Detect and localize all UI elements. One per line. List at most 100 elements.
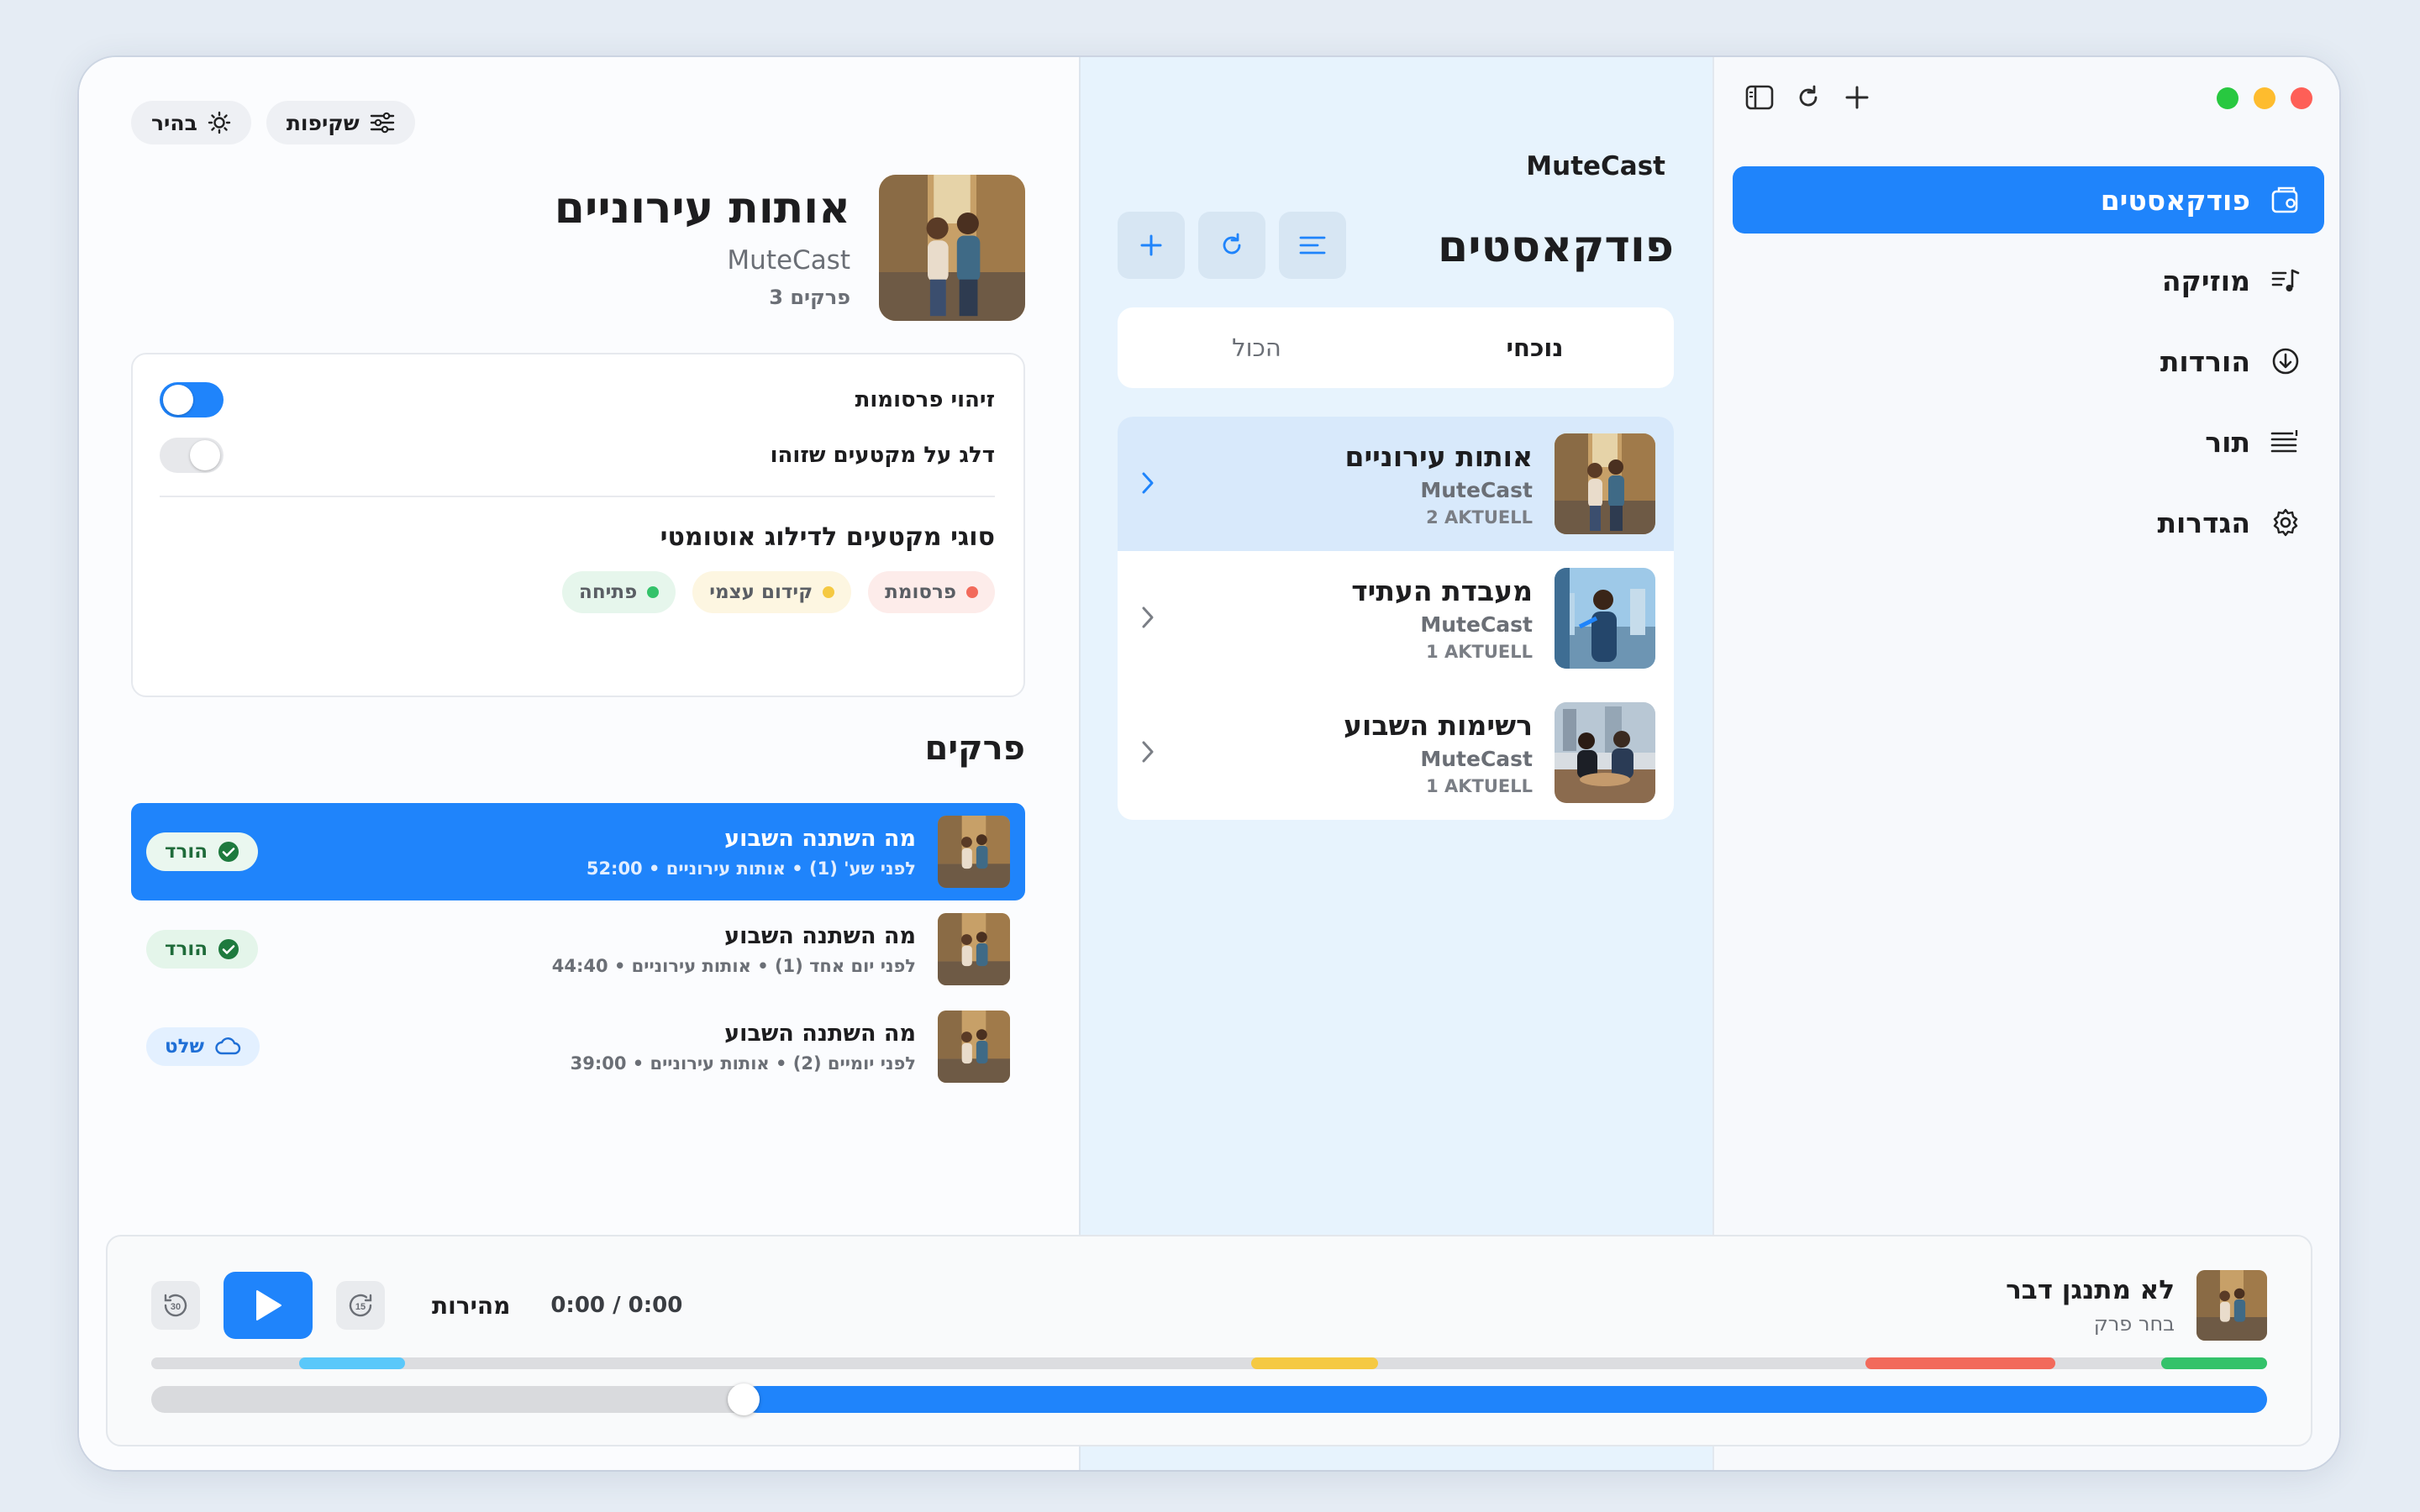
podcast-meta: 2 AKTUELL bbox=[1426, 507, 1533, 528]
checkmark-circle-icon bbox=[218, 939, 239, 959]
chip-intro[interactable]: פתיחה bbox=[562, 571, 676, 613]
now-playing-artwork bbox=[2196, 1270, 2267, 1341]
checkmark-circle-icon bbox=[218, 842, 239, 862]
podcast-artwork bbox=[1555, 433, 1655, 534]
skip-back-button[interactable]: 30 bbox=[151, 1281, 200, 1330]
list-item[interactable]: מעבדת העתיד MuteCast 1 AKTUELL bbox=[1118, 551, 1674, 685]
music-icon bbox=[2269, 264, 2302, 297]
episode-title: מה השתנה השבוע bbox=[724, 922, 916, 949]
chip-ad[interactable]: פרסומת bbox=[868, 571, 995, 613]
auto-skip-title: סוגי מקטעים לדילוג אוטומטי bbox=[660, 522, 995, 552]
segment-marker bbox=[1865, 1357, 2056, 1369]
episode-meta: 52:00 • לפני שע' (1) • אותות עירוניים bbox=[586, 858, 916, 879]
ad-detection-label: זיהוי פרסומות bbox=[855, 387, 995, 412]
now-playing: לא מתנגן דבר בחר פרק bbox=[2006, 1270, 2267, 1341]
refresh-button[interactable] bbox=[1793, 82, 1823, 113]
now-playing-subtitle: בחר פרק bbox=[2093, 1312, 2175, 1336]
app-name: MuteCast bbox=[1526, 151, 1665, 181]
sidebar-item-label: תור bbox=[2205, 425, 2250, 459]
podcast-title: מעבדת העתיד bbox=[1351, 575, 1533, 607]
skip-detected-toggle[interactable] bbox=[160, 438, 224, 473]
minimize-window-button[interactable] bbox=[2254, 87, 2275, 109]
refresh-icon bbox=[1223, 233, 1241, 255]
chip-self-promo[interactable]: קידום עצמי bbox=[692, 571, 852, 613]
theme-label: בהיר bbox=[151, 110, 197, 135]
skip-back-30-icon: 30 bbox=[164, 1294, 187, 1317]
skip-detected-label: דלג על מקטעים שזוהו bbox=[770, 443, 995, 468]
progress-handle[interactable] bbox=[728, 1383, 760, 1415]
chevron-right-icon bbox=[1142, 606, 1154, 628]
close-window-button[interactable] bbox=[2291, 87, 2312, 109]
sidebar-item-label: מוזיקה bbox=[2161, 264, 2250, 297]
episode-title: מה השתנה השבוע bbox=[724, 1020, 916, 1047]
downloaded-badge: הורד bbox=[146, 832, 259, 871]
plus-icon bbox=[1845, 86, 1869, 109]
sort-list-button[interactable] bbox=[1279, 212, 1346, 279]
tab-all[interactable]: הכול bbox=[1118, 333, 1396, 362]
sidebar-nav: פודקאסטים מוזיקה הורדות תור הגדרות bbox=[1733, 166, 2324, 570]
sidebar-item-queue[interactable]: תור bbox=[1733, 408, 2324, 475]
speed-button[interactable]: מהירות bbox=[432, 1292, 510, 1320]
podcast-header: אותות עירוניים MuteCast 3 פרקים bbox=[555, 175, 1025, 321]
skip-settings-card: זיהוי פרסומות דלג על מקטעים שזוהו סוגי מ… bbox=[131, 353, 1025, 697]
chevron-right-icon bbox=[1142, 741, 1154, 763]
podcast-list: אותות עירוניים MuteCast 2 AKTUELL מעבדת … bbox=[1118, 417, 1674, 820]
chevron-right-icon bbox=[1142, 472, 1154, 494]
sun-icon bbox=[208, 111, 231, 134]
refresh-podcasts-button[interactable] bbox=[1198, 212, 1265, 279]
podcast-artwork bbox=[1555, 702, 1655, 803]
segment-marker bbox=[1251, 1357, 1379, 1369]
cloud-icon bbox=[215, 1037, 241, 1055]
toggle-sidebar-button[interactable] bbox=[1744, 82, 1775, 113]
skip-forward-button[interactable]: 15 bbox=[336, 1281, 385, 1330]
svg-text:30: 30 bbox=[171, 1302, 181, 1312]
list-item[interactable]: אותות עירוניים MuteCast 2 AKTUELL bbox=[1118, 417, 1674, 551]
segmented-control: נוכחי הכול bbox=[1118, 307, 1674, 388]
ad-detection-row: זיהוי פרסומות bbox=[160, 380, 995, 420]
transparency-button[interactable]: שקיפות bbox=[266, 101, 415, 144]
sidebar-item-music[interactable]: מוזיקה bbox=[1733, 247, 2324, 314]
table-row[interactable]: מה השתנה השבוע 39:00 • לפני יומיים (2) •… bbox=[131, 998, 1025, 1095]
ad-detection-toggle[interactable] bbox=[160, 382, 224, 417]
table-row[interactable]: מה השתנה השבוע 44:40 • לפני יום אחד (1) … bbox=[131, 900, 1025, 998]
sidebar-item-downloads[interactable]: הורדות bbox=[1733, 328, 2324, 395]
podcast-artwork bbox=[1555, 568, 1655, 669]
window-controls bbox=[2217, 87, 2312, 109]
sidebar-item-label: הורדות bbox=[2160, 344, 2250, 378]
podcast-title: רשימות השבוע bbox=[1344, 709, 1533, 742]
zoom-window-button[interactable] bbox=[2217, 87, 2238, 109]
list-icon bbox=[1299, 236, 1326, 255]
episode-meta: 44:40 • לפני יום אחד (1) • אותות עירוניי… bbox=[551, 955, 916, 976]
appearance-controls: בהיר שקיפות bbox=[131, 101, 415, 144]
podcast-title: אותות עירוניים bbox=[1344, 440, 1533, 473]
segment-markers-bar bbox=[151, 1357, 2267, 1369]
episode-artwork bbox=[938, 816, 1010, 888]
gear-icon bbox=[2269, 506, 2302, 539]
segment-marker bbox=[2161, 1357, 2267, 1369]
theme-button[interactable]: בהיר bbox=[131, 101, 251, 144]
podcast-author: MuteCast bbox=[1420, 478, 1533, 502]
add-podcast-button[interactable] bbox=[1118, 212, 1185, 279]
episode-title: מה השתנה השבוע bbox=[724, 825, 916, 852]
table-row[interactable]: מה השתנה השבוע 52:00 • לפני שע' (1) • או… bbox=[131, 803, 1025, 900]
add-button[interactable] bbox=[1842, 82, 1872, 113]
sidebar-toolbar bbox=[1744, 82, 1872, 113]
tab-current[interactable]: נוכחי bbox=[1396, 333, 1674, 362]
progress-slider[interactable] bbox=[151, 1383, 2267, 1415]
play-button[interactable] bbox=[224, 1272, 313, 1339]
sidebar-item-label: פודקאסטים bbox=[2100, 183, 2250, 217]
podcast-artwork bbox=[879, 175, 1025, 321]
podcast-meta: 1 AKTUELL bbox=[1426, 642, 1533, 662]
podcast-author: MuteCast bbox=[1420, 747, 1533, 771]
page-title: פודקאסטים bbox=[1438, 222, 1674, 272]
now-playing-title: לא מתנגן דבר bbox=[2006, 1275, 2175, 1305]
sidebar-item-settings[interactable]: הגדרות bbox=[1733, 489, 2324, 556]
list-item[interactable]: רשימות השבוע MuteCast 1 AKTUELL bbox=[1118, 685, 1674, 820]
episode-artwork bbox=[938, 913, 1010, 985]
cloud-badge[interactable]: שלט bbox=[146, 1027, 260, 1066]
episode-artwork bbox=[938, 1011, 1010, 1083]
podcast-author: MuteCast bbox=[727, 245, 850, 276]
list-actions bbox=[1118, 212, 1346, 279]
divider bbox=[160, 496, 995, 497]
sidebar-item-podcasts[interactable]: פודקאסטים bbox=[1733, 166, 2324, 234]
